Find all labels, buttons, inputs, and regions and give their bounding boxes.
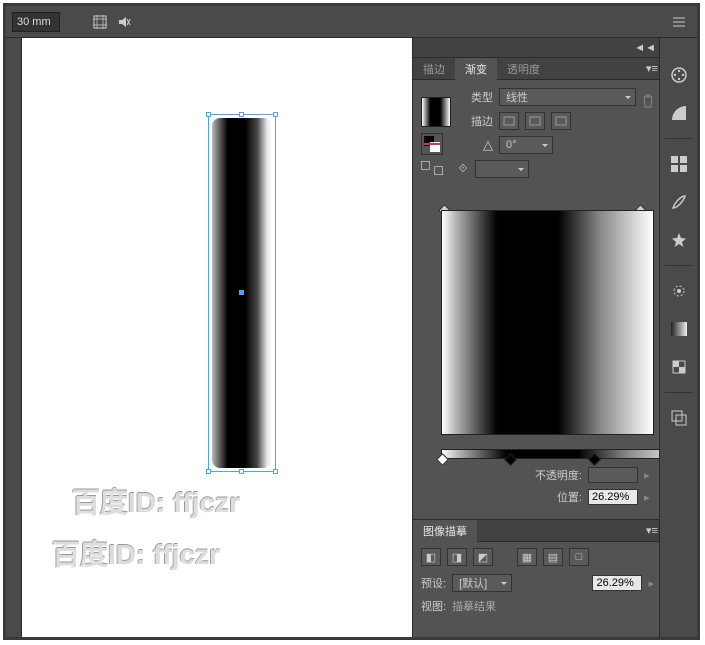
preset-dropdown[interactable]: [默认]	[452, 574, 512, 592]
trace-preset-6[interactable]: □	[569, 548, 589, 566]
handle-center[interactable]	[239, 290, 244, 295]
tab-opacity[interactable]: 透明度	[497, 58, 550, 80]
color-panel-icon[interactable]	[666, 62, 692, 88]
handle-s[interactable]	[239, 469, 244, 474]
swap-fill-stroke-icon[interactable]	[421, 161, 443, 175]
panel-tabs: 描边 渐变 透明度 ▾≡	[413, 58, 662, 80]
gradient-thumbnail[interactable]	[421, 97, 451, 127]
ruler-vertical	[6, 38, 22, 637]
collapse-icon[interactable]: ◄◄	[634, 42, 656, 54]
color-strip[interactable]	[441, 449, 690, 459]
symbols-icon[interactable]	[666, 227, 692, 253]
stroke-align-3[interactable]	[551, 112, 571, 130]
canvas-area[interactable]: 百度ID: ffjczr 百度ID: ffjczr	[22, 38, 412, 637]
view-label: 视图:	[421, 598, 446, 614]
watermark-2: 百度ID: ffjczr	[52, 533, 220, 573]
trace-preset-4[interactable]: ▦	[517, 548, 537, 566]
appearance-icon[interactable]	[666, 405, 692, 431]
stroke-panel-icon[interactable]	[666, 278, 692, 304]
handle-ne[interactable]	[273, 112, 278, 117]
app-frame: 30 mm 百度ID: ffjczr 百度ID: ffjczr	[3, 3, 700, 640]
crop-tool-icon[interactable]	[88, 10, 112, 34]
handle-n[interactable]	[239, 112, 244, 117]
tab-gradient[interactable]: 渐变	[455, 58, 497, 80]
trace-preset-2[interactable]: ◨	[447, 548, 467, 566]
preset-label: 预设:	[421, 575, 446, 591]
location-label: 位置:	[423, 489, 582, 505]
handle-nw[interactable]	[206, 112, 211, 117]
size-field[interactable]: 30 mm	[12, 12, 60, 32]
topbar-menu-icon[interactable]	[667, 10, 691, 34]
stroke-label: 描边	[457, 113, 493, 129]
swatches-icon[interactable]	[666, 151, 692, 177]
handle-se[interactable]	[273, 469, 278, 474]
type-label: 类型	[457, 89, 493, 105]
handle-sw[interactable]	[206, 469, 211, 474]
tab-image-trace[interactable]: 图像描摹	[413, 520, 477, 542]
stroke-align-2[interactable]	[525, 112, 545, 130]
gradient-preview[interactable]	[441, 210, 654, 435]
reverse-gradient-button[interactable]	[421, 133, 443, 155]
trace-preset-1[interactable]: ◧	[421, 548, 441, 566]
view-value: 描摹结果	[452, 598, 496, 614]
selection-bounds	[208, 114, 276, 472]
panels-group: ◄◄ 描边 渐变 透明度 ▾≡	[412, 38, 662, 637]
aspect-icon: ⟐	[457, 163, 469, 176]
color-guide-icon[interactable]	[666, 100, 692, 126]
gradient-panel-icon[interactable]	[666, 316, 692, 342]
gradient-panel: 描边 渐变 透明度 ▾≡	[413, 58, 662, 519]
tab-stroke[interactable]: 描边	[413, 58, 455, 80]
right-dock	[659, 38, 697, 637]
image-trace-panel: 图像描摹 ▾≡ ◧ ◨ ◩ ▦ ▤ □ 预设: [默认] 26.29% ▸	[413, 519, 662, 622]
trash-icon[interactable]	[642, 94, 654, 108]
aspect-field[interactable]	[475, 160, 529, 178]
trace-preset-5[interactable]: ▤	[543, 548, 563, 566]
brushes-icon[interactable]	[666, 189, 692, 215]
transparency-icon[interactable]	[666, 354, 692, 380]
type-dropdown[interactable]: 线性	[499, 88, 636, 106]
opacity-label: 不透明度:	[423, 467, 582, 483]
angle-field[interactable]: 0°	[499, 136, 553, 154]
panel-header-strip: ◄◄	[413, 38, 662, 58]
options-bar: 30 mm	[6, 6, 697, 38]
watermark-1: 百度ID: ffjczr	[72, 481, 240, 521]
audio-off-icon[interactable]	[112, 10, 136, 34]
trace-preset-3[interactable]: ◩	[473, 548, 493, 566]
stroke-align-1[interactable]	[499, 112, 519, 130]
location-field[interactable]: 26.29%	[588, 489, 638, 505]
opacity-field[interactable]	[588, 467, 638, 483]
trace-value-field[interactable]: 26.29%	[592, 575, 642, 591]
angle-icon: △	[457, 137, 493, 153]
